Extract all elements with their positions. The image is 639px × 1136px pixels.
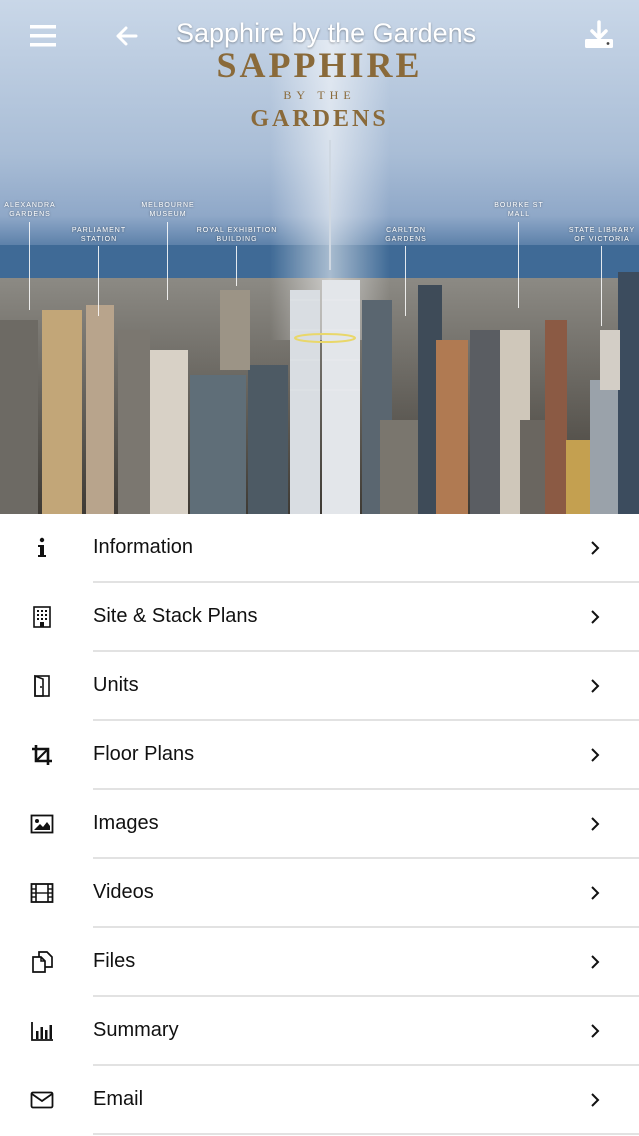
film-icon — [30, 883, 54, 903]
landmark-pointer-line — [29, 222, 30, 310]
menu-item-units[interactable]: Units — [0, 652, 639, 721]
menu-item-label: Email — [93, 1088, 144, 1110]
landmark-pointer-line — [405, 246, 406, 316]
envelope-icon — [30, 1091, 54, 1109]
chevron-right-icon — [591, 886, 600, 900]
landmark-label: ALEXANDRA GARDENS — [4, 202, 56, 218]
crop-icon — [32, 745, 52, 765]
menu-item-label: Images — [93, 812, 159, 834]
download-icon[interactable] — [581, 18, 617, 54]
page-title: Sapphire by the Gardens — [176, 18, 477, 48]
chevron-right-icon — [591, 1024, 600, 1038]
menu-item-label: Summary — [93, 1019, 179, 1041]
menu-item-images[interactable]: Images — [0, 790, 639, 859]
brand-logo-by-the: BY THE — [283, 88, 356, 102]
landmark-label: MELBOURNE MUSEUM — [141, 202, 195, 218]
menu-item-files[interactable]: Files — [0, 928, 639, 997]
landmark-pointer-line — [167, 222, 168, 300]
landmark-label: CARLTON GARDENS — [385, 227, 427, 243]
landmark-label: STATE LIBRARY OF VICTORIA — [568, 227, 636, 243]
image-icon — [30, 814, 54, 834]
menu-item-label: Files — [93, 950, 136, 972]
menu-item-label: Units — [93, 674, 139, 696]
chevron-right-icon — [591, 610, 600, 624]
chevron-right-icon — [591, 679, 600, 693]
info-icon — [38, 537, 46, 557]
menu-item-label: Site & Stack Plans — [93, 605, 258, 627]
main-menu-list: Information Site & Stack Plans Units Flo… — [0, 514, 639, 1135]
chevron-right-icon — [591, 1093, 600, 1107]
chevron-right-icon — [591, 748, 600, 762]
top-app-bar: Sapphire by the Gardens — [0, 0, 639, 72]
building-icon — [33, 606, 51, 628]
brand-logo-gardens: GARDENS — [250, 106, 389, 132]
chevron-right-icon — [591, 955, 600, 969]
chevron-right-icon — [591, 817, 600, 831]
landmark-pointer-line — [98, 246, 99, 316]
menu-item-videos[interactable]: Videos — [0, 859, 639, 928]
menu-item-information[interactable]: Information — [0, 514, 639, 583]
landmark-label: PARLIAMENT STATION — [71, 227, 127, 243]
back-arrow-icon[interactable] — [110, 18, 146, 54]
menu-item-summary[interactable]: Summary — [0, 997, 639, 1066]
menu-item-floor-plans[interactable]: Floor Plans — [0, 721, 639, 790]
menu-item-label: Information — [93, 536, 194, 558]
hamburger-menu-icon[interactable] — [26, 18, 62, 54]
chevron-right-icon — [591, 541, 600, 555]
landmark-label: BOURKE ST MALL — [494, 202, 544, 218]
menu-item-email[interactable]: Email — [0, 1066, 639, 1135]
hero-image: ALEXANDRA GARDENS PARLIAMENT STATION MEL… — [0, 0, 639, 514]
menu-item-label: Floor Plans — [93, 743, 195, 765]
door-icon — [34, 674, 50, 697]
bar-chart-icon — [31, 1022, 53, 1041]
landmark-pointer-line — [236, 246, 237, 286]
menu-item-label: Videos — [93, 881, 154, 903]
landmark-pointer-line — [518, 222, 519, 308]
landmark-label: ROYAL EXHIBITION BUILDING — [196, 227, 278, 243]
separator — [93, 1133, 639, 1135]
files-icon — [32, 951, 53, 973]
landmark-pointer-line — [601, 246, 602, 326]
menu-item-site-stack-plans[interactable]: Site & Stack Plans — [0, 583, 639, 652]
